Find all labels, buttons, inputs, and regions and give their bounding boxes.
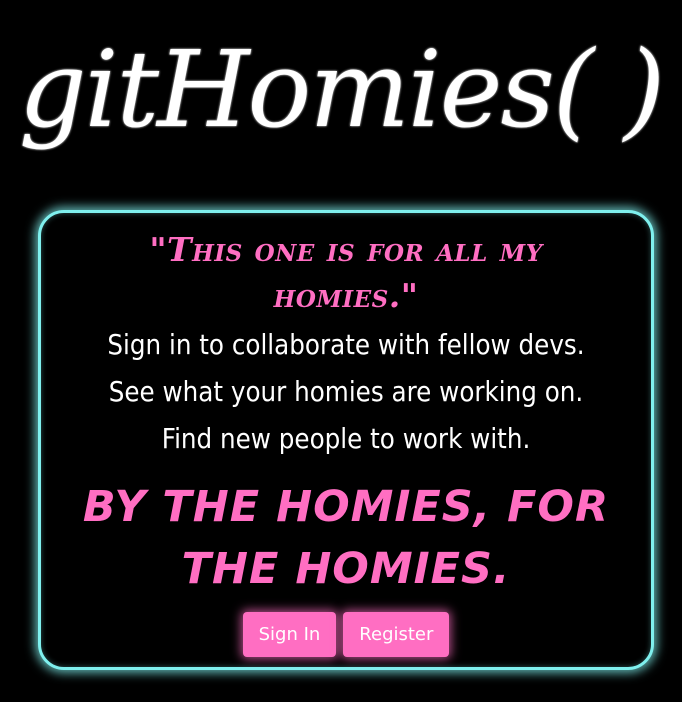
description-line: Sign in to collaborate with fellow devs. xyxy=(107,328,585,361)
card-quote: "This one is for all my homies." xyxy=(149,230,543,315)
description-line: Find new people to work with. xyxy=(161,422,531,455)
auth-actions: Sign In Register xyxy=(41,612,651,657)
app-logo: gitHomies( ) xyxy=(18,28,666,151)
sign-in-button[interactable]: Sign In xyxy=(242,612,337,657)
description-line: See what your homies are working on. xyxy=(108,375,584,408)
register-button[interactable]: Register xyxy=(343,612,450,657)
card-description: Sign in to collaborate with fellow devs.… xyxy=(95,321,597,462)
card-tagline: BY THE HOMIES, FOR THE HOMIES. xyxy=(82,482,610,594)
welcome-card: "This one is for all my homies." Sign in… xyxy=(38,210,654,670)
